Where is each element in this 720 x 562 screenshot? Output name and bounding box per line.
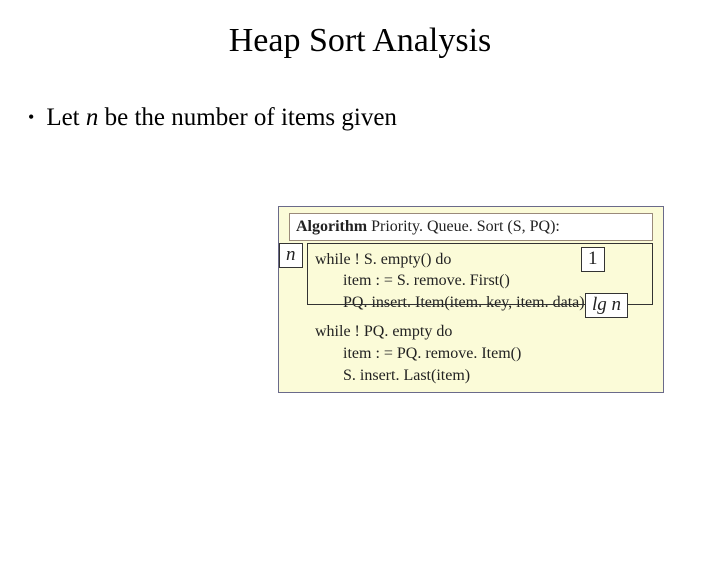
algorithm-keyword: Algorithm: [296, 218, 367, 235]
loop2-line1: item : = PQ. remove. Item(): [287, 343, 655, 365]
annotation-lgn-text: lg n: [592, 294, 621, 315]
bullet-dot-icon: •: [28, 107, 34, 128]
algorithm-box: Algorithm Priority. Queue. Sort (S, PQ):…: [278, 206, 664, 393]
annotation-1: 1: [581, 247, 605, 272]
algorithm-block: Algorithm Priority. Queue. Sort (S, PQ):…: [278, 206, 664, 393]
slide-title: Heap Sort Analysis: [0, 22, 720, 60]
loop2-while: while ! PQ. empty do: [287, 321, 655, 343]
bullet-line: • Let n be the number of items given: [28, 104, 720, 132]
bullet-suffix: be the number of items given: [98, 104, 397, 131]
bullet-prefix: Let: [46, 104, 86, 131]
annotation-lgn: lg n: [585, 293, 628, 318]
bullet-var: n: [86, 104, 99, 131]
annotation-n: n: [279, 243, 303, 268]
algorithm-signature: Priority. Queue. Sort (S, PQ):: [371, 218, 560, 235]
algorithm-header: Algorithm Priority. Queue. Sort (S, PQ):: [289, 213, 653, 241]
loop2-line2: S. insert. Last(item): [287, 365, 655, 387]
